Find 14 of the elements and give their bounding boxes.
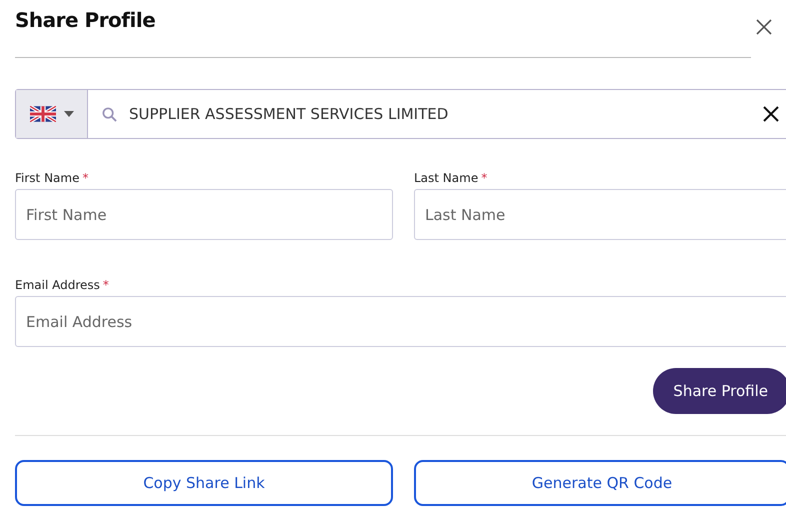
input-field[interactable]: Email Address bbox=[15, 296, 786, 347]
field-label: Email Address bbox=[15, 278, 100, 294]
required-mark: * bbox=[102, 278, 109, 294]
share-profile-button[interactable]: Share Profile bbox=[653, 368, 786, 414]
dialog-title: Share Profile bbox=[15, 8, 156, 32]
input-field[interactable]: First Name bbox=[15, 189, 393, 240]
outline-button[interactable]: Generate QR Code bbox=[414, 460, 786, 506]
input-field[interactable]: Last Name bbox=[414, 189, 786, 240]
field-label: First Name bbox=[15, 171, 80, 187]
field-label: Last Name bbox=[414, 171, 478, 187]
close-icon[interactable] bbox=[756, 19, 772, 35]
outline-button[interactable]: Copy Share Link bbox=[15, 460, 393, 506]
required-mark: * bbox=[481, 171, 488, 187]
required-mark: * bbox=[82, 171, 88, 187]
